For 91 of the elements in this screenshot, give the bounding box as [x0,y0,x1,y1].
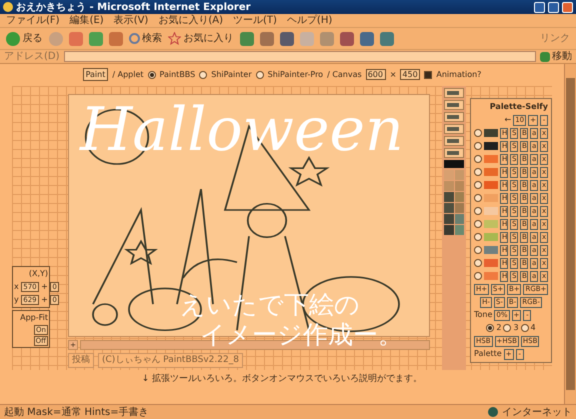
color-swatch[interactable] [444,225,454,235]
palette-radio[interactable] [474,220,482,228]
radio-label: 4 [530,322,536,334]
tool-icon [447,115,459,119]
favorites-button[interactable]: お気に入り [168,31,234,46]
tool-button[interactable] [444,112,464,122]
color-swatch[interactable] [444,214,454,224]
window-title: おえかきちょう - Microsoft Internet Explorer [16,0,252,14]
status-text: 起動 Mask=通常 Hints=手書き [4,406,149,419]
color-swatch[interactable] [454,170,464,180]
radio-label: 3 [513,322,519,334]
axis-label: x [14,281,19,293]
radio-label: 2 [496,322,502,334]
palette-radio[interactable] [474,272,482,280]
radio-label: ShiPainter [211,68,252,80]
palette-radio[interactable] [474,181,482,189]
color-swatch[interactable] [454,181,464,191]
tool-button[interactable] [444,100,464,110]
arrow-label: ← [504,114,512,126]
color-bar [444,160,464,168]
menu-item[interactable]: お気に入り(A) [158,13,223,28]
copyright-label: (C)しぃちゃん PaintBBSv2.22_8 [98,352,243,368]
color-swatch[interactable] [444,203,454,213]
radio-label: PaintBBS [160,68,196,80]
maximize-button[interactable] [548,2,559,12]
palette-radio[interactable] [474,194,482,202]
radio-button[interactable] [486,324,494,332]
back-button[interactable]: 戻る [6,31,42,46]
app-fit-label: App-Fit [20,312,48,324]
menu-item[interactable]: 表示(V) [114,13,148,28]
tool-button[interactable] [444,148,464,158]
palette-radio[interactable] [474,155,482,163]
color-swatch[interactable] [444,181,454,191]
applet-label: / Applet [112,68,144,80]
radio-button[interactable] [256,70,264,78]
menu-item[interactable]: ファイル(F) [6,13,60,28]
search-button[interactable]: 検索 [128,31,162,46]
color-swatch[interactable] [454,225,464,235]
color-swatch[interactable] [444,170,454,180]
palette-radio[interactable] [474,233,482,241]
radio-button[interactable] [199,70,208,78]
palette-radio[interactable] [474,168,482,176]
radio-label: ShiPainter-Pro [268,68,324,80]
height-field[interactable]: 450 [400,69,420,80]
radio-button[interactable] [520,324,529,332]
tool-icon [447,151,459,155]
radio-button[interactable] [148,70,156,78]
zone-label: インターネット [502,406,572,419]
address-label: アドレス(D) [4,50,60,64]
palette-radio[interactable] [474,142,482,150]
color-swatch[interactable] [454,203,464,213]
tool-button[interactable] [444,124,464,134]
width-field[interactable]: 600 [366,69,386,80]
star-icon [168,32,181,45]
post-button[interactable]: 投稿 [68,352,94,368]
address-field[interactable] [64,51,536,62]
radio-button[interactable] [503,324,512,332]
tool-button[interactable] [444,136,464,146]
tool-icon [447,139,459,143]
tool-button[interactable] [444,88,464,98]
color-swatch[interactable] [454,214,464,224]
color-swatch[interactable] [454,192,464,202]
tone-label: Tone [474,309,492,321]
plus-label: + [41,294,48,306]
palette-radio[interactable] [474,207,482,215]
palette-radio[interactable] [474,259,482,267]
plus-label: + [41,281,48,293]
menu-item[interactable]: ヘルプ(H) [286,13,332,28]
checkbox-label: Animation? [436,68,482,80]
tool-icon [447,127,459,131]
vertical-scrollbar[interactable] [564,64,576,404]
close-button[interactable] [562,2,573,12]
times-label: × [390,68,396,80]
note-text: ↓ 拡張ツールいろいろ。ボタンオンマウスでいろいろ説明がでます。 [142,372,422,386]
coordinates-title: (X,Y) [28,268,48,280]
canvas-label: / Canvas [327,68,362,80]
paint-button[interactable]: Paint [82,68,108,81]
palette-radio[interactable] [474,246,482,254]
search-icon [128,33,140,44]
go-button[interactable]: 移動 [540,49,572,64]
axis-label: y [14,294,19,306]
checkbox[interactable] [424,70,432,78]
palette-title: Palette-Selfy [488,101,548,113]
minimize-button[interactable] [534,2,545,12]
color-swatch[interactable] [444,192,454,202]
tool-icon [447,103,459,107]
palette-label: Palette [474,348,502,360]
palette-radio[interactable] [474,129,482,137]
tool-icon [447,91,459,95]
menu-item[interactable]: ツール(T) [233,13,277,28]
menu-item[interactable]: 編集(E) [70,13,104,28]
